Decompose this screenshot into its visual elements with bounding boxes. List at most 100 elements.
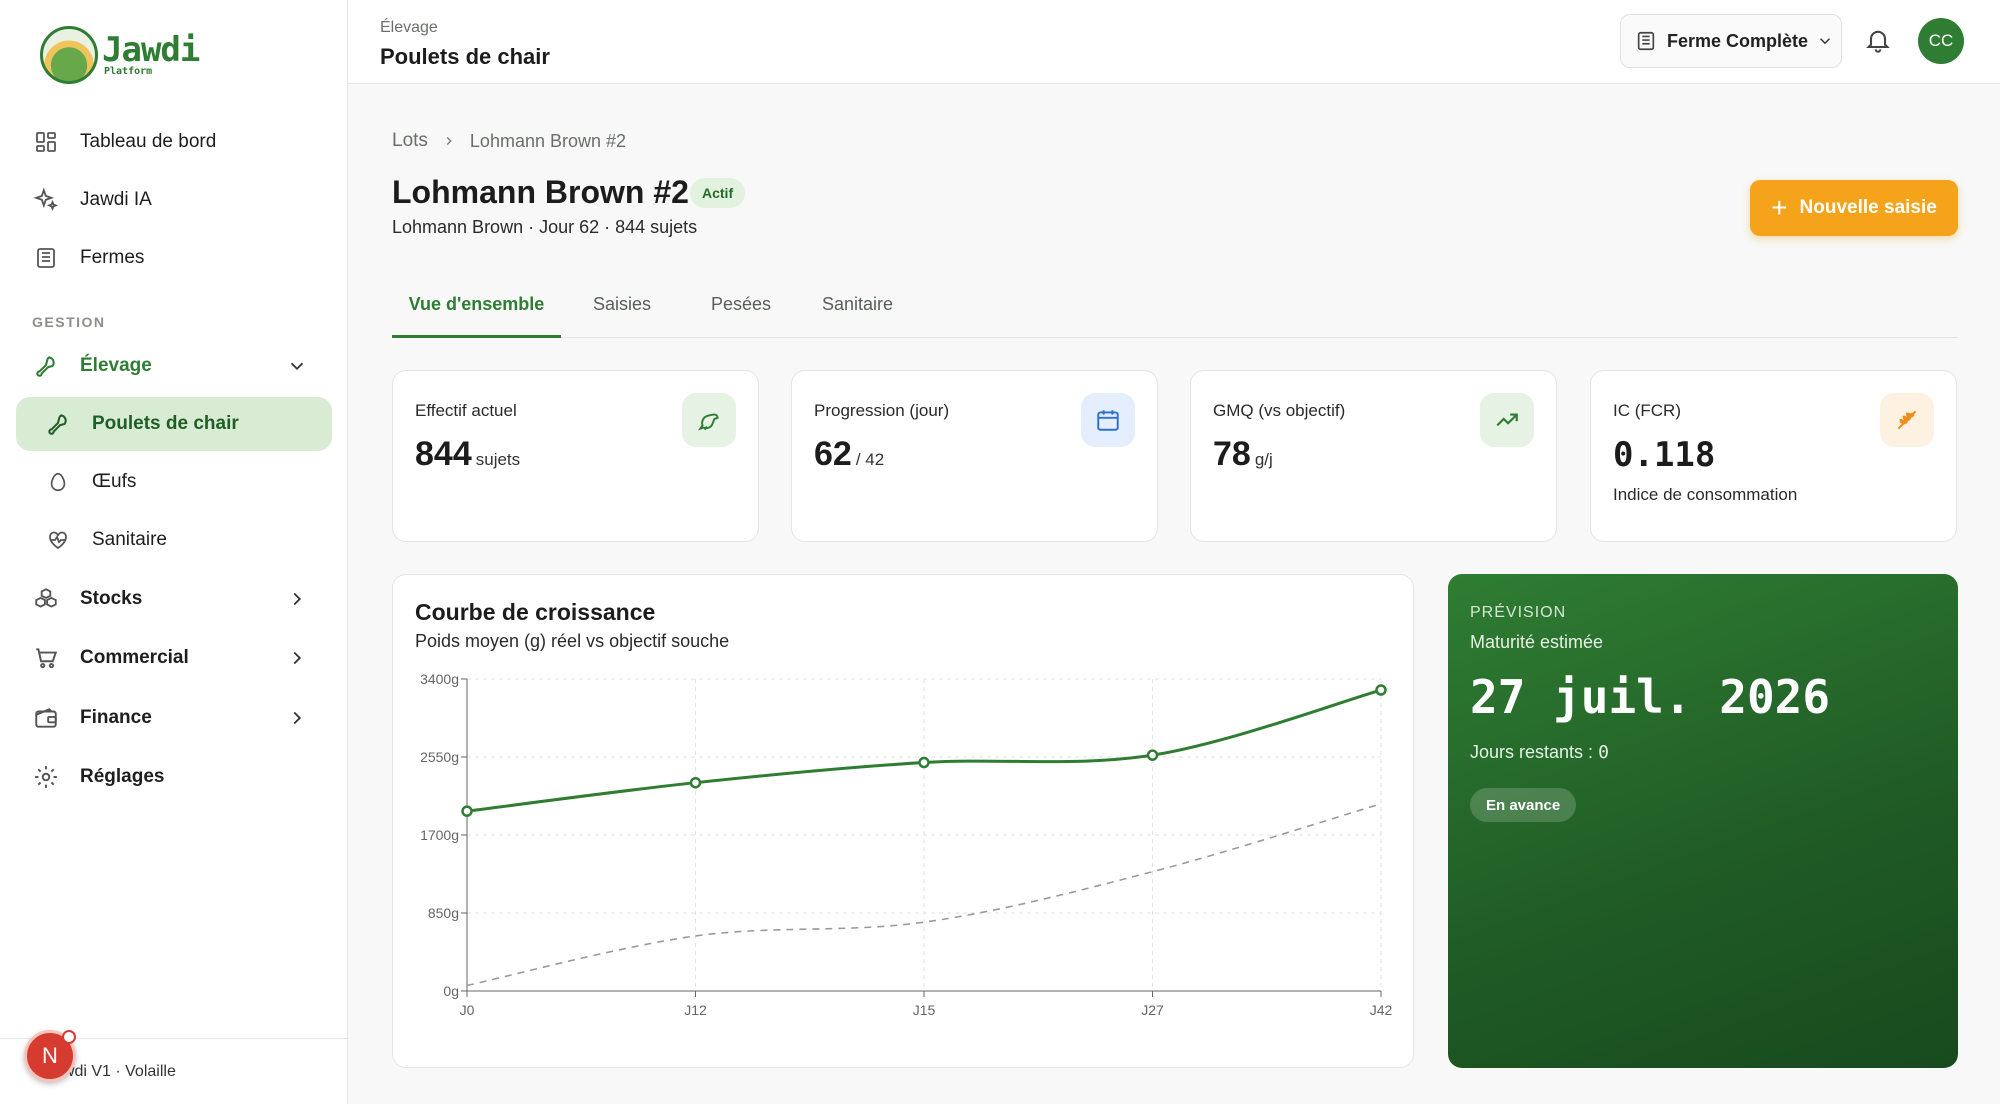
sidebar-item-commercial[interactable]: Commercial <box>16 631 332 685</box>
brand-logo[interactable]: Jawdi Platform <box>40 26 200 84</box>
tab-overview[interactable]: Vue d'ensemble <box>392 294 561 338</box>
sidebar-item-label: Stocks <box>80 588 143 609</box>
y-tick-label: 1700g <box>420 827 459 843</box>
sidebar-item-elevage[interactable]: Élevage <box>16 339 332 393</box>
x-tick-label: J0 <box>460 1002 475 1018</box>
tab-bar: Vue d'ensemble Saisies Pesées Sanitaire <box>392 284 1958 338</box>
farm-selector[interactable]: Ferme Complète <box>1620 14 1842 68</box>
kpi-label: Effectif actuel <box>415 401 517 420</box>
sidebar-item-label: Jawdi IA <box>80 189 152 210</box>
sidebar-item-dashboard[interactable]: Tableau de bord <box>16 115 332 169</box>
heart-pulse-icon <box>44 526 72 554</box>
tab-pesees[interactable]: Pesées <box>711 294 771 338</box>
breadcrumb-root[interactable]: Lots <box>392 130 428 152</box>
kpi-number: 62 <box>814 435 852 473</box>
growth-chart-card: Courbe de croissance Poids moyen (g) rée… <box>392 574 1414 1068</box>
data-point <box>461 805 473 817</box>
lot-subtitle: Lohmann Brown · Jour 62 · 844 sujets <box>392 217 698 237</box>
forecast-days: Jours restants : 0 <box>1470 742 1609 763</box>
data-point <box>1375 684 1387 696</box>
sidebar-item-label: Sanitaire <box>92 529 167 550</box>
logo-icon <box>40 26 98 84</box>
kpi-card-ic: IC (FCR) 0.118 Indice de consommation <box>1590 370 1957 542</box>
y-tick-label: 3400g <box>420 671 459 687</box>
forecast-status-pill: En avance <box>1470 788 1577 822</box>
section-label-gestion: GESTION <box>32 314 106 330</box>
sidebar-item-label: Poulets de chair <box>92 413 239 434</box>
kpi-value: 62/ 42 <box>814 435 884 474</box>
kpi-label: GMQ (vs objectif) <box>1213 401 1346 420</box>
chevron-right-icon <box>293 711 302 725</box>
breadcrumb: Lots Lohmann Brown #2 <box>392 130 626 152</box>
new-entry-button[interactable]: + Nouvelle saisie <box>1750 180 1958 236</box>
avatar[interactable]: CC <box>1918 18 1964 64</box>
x-tick-label: J27 <box>1141 1002 1164 1018</box>
sidebar-item-poulets-de-chair[interactable]: Poulets de chair <box>16 397 332 451</box>
kpi-label: Progression (jour) <box>814 401 950 420</box>
x-tick-label: J42 <box>1370 1002 1393 1018</box>
sidebar-item-label: Élevage <box>80 355 152 376</box>
sidebar-item-stocks[interactable]: Stocks <box>16 572 332 626</box>
tab-saisies[interactable]: Saisies <box>593 294 651 338</box>
chicken-leg-icon <box>32 352 60 380</box>
sidebar-item-label: Finance <box>80 707 152 728</box>
kpi-value: 844 sujets <box>415 435 520 474</box>
forecast-date: 27 juil. 2026 <box>1470 670 1831 724</box>
building-icon <box>1637 31 1655 51</box>
kpi-card-progression: Progression (jour) 62/ 42 <box>791 370 1158 542</box>
forecast-days-label: Jours restants : <box>1470 742 1594 762</box>
cart-icon <box>32 644 60 672</box>
kpi-number: 78 <box>1213 435 1251 473</box>
sidebar-item-label: Œufs <box>92 471 137 492</box>
sidebar: Jawdi Platform Tableau de bord Jawdi IA … <box>0 0 348 1104</box>
fab-dot-icon <box>62 1030 76 1044</box>
brand-name: Jawdi <box>102 30 200 70</box>
tab-sanitaire[interactable]: Sanitaire <box>822 294 893 338</box>
kpi-card-effectif: Effectif actuel 844 sujets <box>392 370 759 542</box>
sidebar-item-label: Fermes <box>80 247 145 268</box>
new-entry-label: Nouvelle saisie <box>1799 197 1937 218</box>
topbar: Élevage Poulets de chair Ferme Complète … <box>348 0 2000 84</box>
dashboard-icon <box>32 128 60 156</box>
sidebar-item-sanitaire[interactable]: Sanitaire <box>16 513 332 567</box>
kpi-number: 844 <box>415 435 472 473</box>
bell-icon[interactable] <box>1864 26 1892 54</box>
y-tick-label: 0g <box>443 983 459 999</box>
chevron-right-icon <box>293 651 302 665</box>
growth-chart: 0g 850g 1700g 2550g 3400g J0 J12 J15 J27 J42 <box>420 671 1393 1018</box>
lot-title: Lohmann Brown #2 <box>392 174 689 210</box>
calendar-icon <box>1081 393 1135 447</box>
topbar-subtitle: Élevage <box>380 19 438 36</box>
y-tick-label: 2550g <box>420 749 459 765</box>
kpi-unit: / 42 <box>855 450 885 469</box>
y-tick-label: 850g <box>428 905 459 921</box>
page-title: Poulets de chair <box>380 44 550 69</box>
chicken-leg-icon <box>44 410 72 438</box>
x-tick-label: J12 <box>684 1002 707 1018</box>
wallet-icon <box>32 704 60 732</box>
trend-up-icon <box>1480 393 1534 447</box>
wheat-icon <box>1880 393 1934 447</box>
sidebar-item-reglages[interactable]: Réglages <box>16 750 332 804</box>
data-point <box>1146 749 1159 761</box>
sidebar-item-jawdi-ia[interactable]: Jawdi IA <box>16 173 332 227</box>
building-icon <box>32 244 60 272</box>
farm-selector-value: Ferme Complète <box>1667 30 1809 51</box>
sparkles-icon <box>32 186 60 214</box>
sidebar-item-label: Réglages <box>80 766 165 787</box>
kpi-card-gmq: GMQ (vs objectif) 78 g/j <box>1190 370 1557 542</box>
boxes-icon <box>32 585 60 613</box>
chevron-down-icon <box>290 362 304 371</box>
status-badge: Actif <box>690 178 746 208</box>
sidebar-item-finance[interactable]: Finance <box>16 691 332 745</box>
data-point <box>689 776 702 789</box>
egg-icon <box>44 468 72 496</box>
x-tick-label: J15 <box>913 1002 936 1018</box>
sidebar-item-fermes[interactable]: Fermes <box>16 231 332 285</box>
forecast-label: Maturité estimée <box>1470 632 1604 652</box>
forecast-kicker: PRÉVISION <box>1470 604 1567 621</box>
kpi-value: 0.118 <box>1613 435 1716 475</box>
sidebar-item-oeufs[interactable]: Œufs <box>16 455 332 509</box>
sidebar-item-label: Commercial <box>80 647 189 668</box>
kpi-note: Indice de consommation <box>1613 485 1798 504</box>
